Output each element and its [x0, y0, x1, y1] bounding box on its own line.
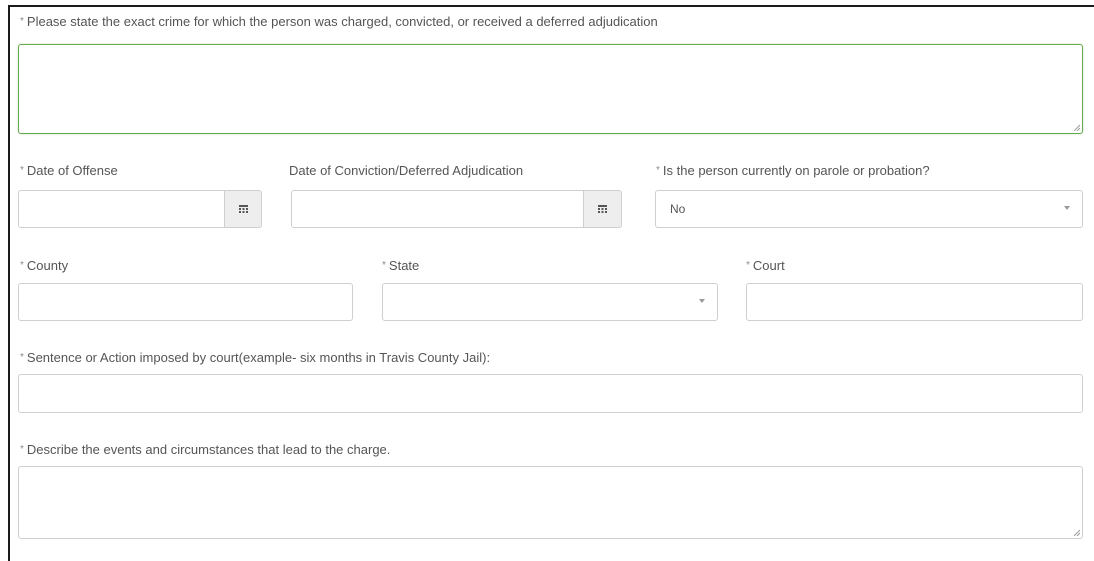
sentence-label-text: Sentence or Action imposed by court(exam…	[26, 350, 491, 365]
date-of-offense-calendar-button[interactable]	[225, 190, 262, 228]
chevron-down-icon	[1064, 206, 1070, 210]
date-of-conviction-label: Date of Conviction/Deferred Adjudication	[289, 163, 524, 178]
date-of-offense-label-text: Date of Offense	[26, 163, 118, 178]
calendar-icon	[238, 205, 248, 213]
court-label: * Court	[746, 258, 785, 274]
required-marker: *	[20, 260, 24, 271]
required-marker: *	[20, 165, 24, 176]
resize-handle-icon[interactable]	[1073, 124, 1080, 131]
state-label: * State	[382, 258, 419, 274]
calendar-icon	[598, 205, 607, 213]
events-textarea[interactable]	[18, 466, 1083, 539]
county-label: * County	[20, 258, 68, 274]
crime-label-text: Please state the exact crime for which t…	[26, 14, 658, 29]
resize-handle-icon[interactable]	[1073, 529, 1080, 536]
parole-label-text: Is the person currently on parole or pro…	[662, 163, 930, 178]
required-marker: *	[746, 260, 750, 271]
required-marker: *	[20, 16, 24, 27]
required-marker: *	[20, 352, 24, 363]
chevron-down-icon	[699, 299, 705, 303]
date-of-offense-input[interactable]	[18, 190, 225, 228]
court-label-text: Court	[752, 258, 785, 273]
county-input[interactable]	[18, 283, 353, 321]
required-marker: *	[20, 444, 24, 455]
events-label-text: Describe the events and circumstances th…	[26, 442, 391, 457]
state-select[interactable]	[382, 283, 718, 321]
date-of-conviction-calendar-button[interactable]	[584, 190, 622, 228]
court-input[interactable]	[746, 283, 1083, 321]
state-label-text: State	[388, 258, 420, 273]
crime-textarea[interactable]	[18, 44, 1083, 134]
required-marker: *	[656, 165, 660, 176]
crime-label: * Please state the exact crime for which …	[20, 14, 658, 30]
parole-selected-value: No	[670, 202, 686, 216]
required-marker: *	[382, 260, 386, 271]
sentence-input[interactable]	[18, 374, 1083, 413]
events-label: * Describe the events and circumstances t…	[20, 442, 390, 458]
sentence-label: * Sentence or Action imposed by court(exa…	[20, 350, 490, 366]
date-of-conviction-input[interactable]	[291, 190, 584, 228]
parole-select[interactable]: No	[655, 190, 1083, 228]
parole-label: * Is the person currently on parole or pr…	[656, 163, 930, 179]
date-of-offense-label: * Date of Offense	[20, 163, 118, 179]
county-label-text: County	[26, 258, 69, 273]
